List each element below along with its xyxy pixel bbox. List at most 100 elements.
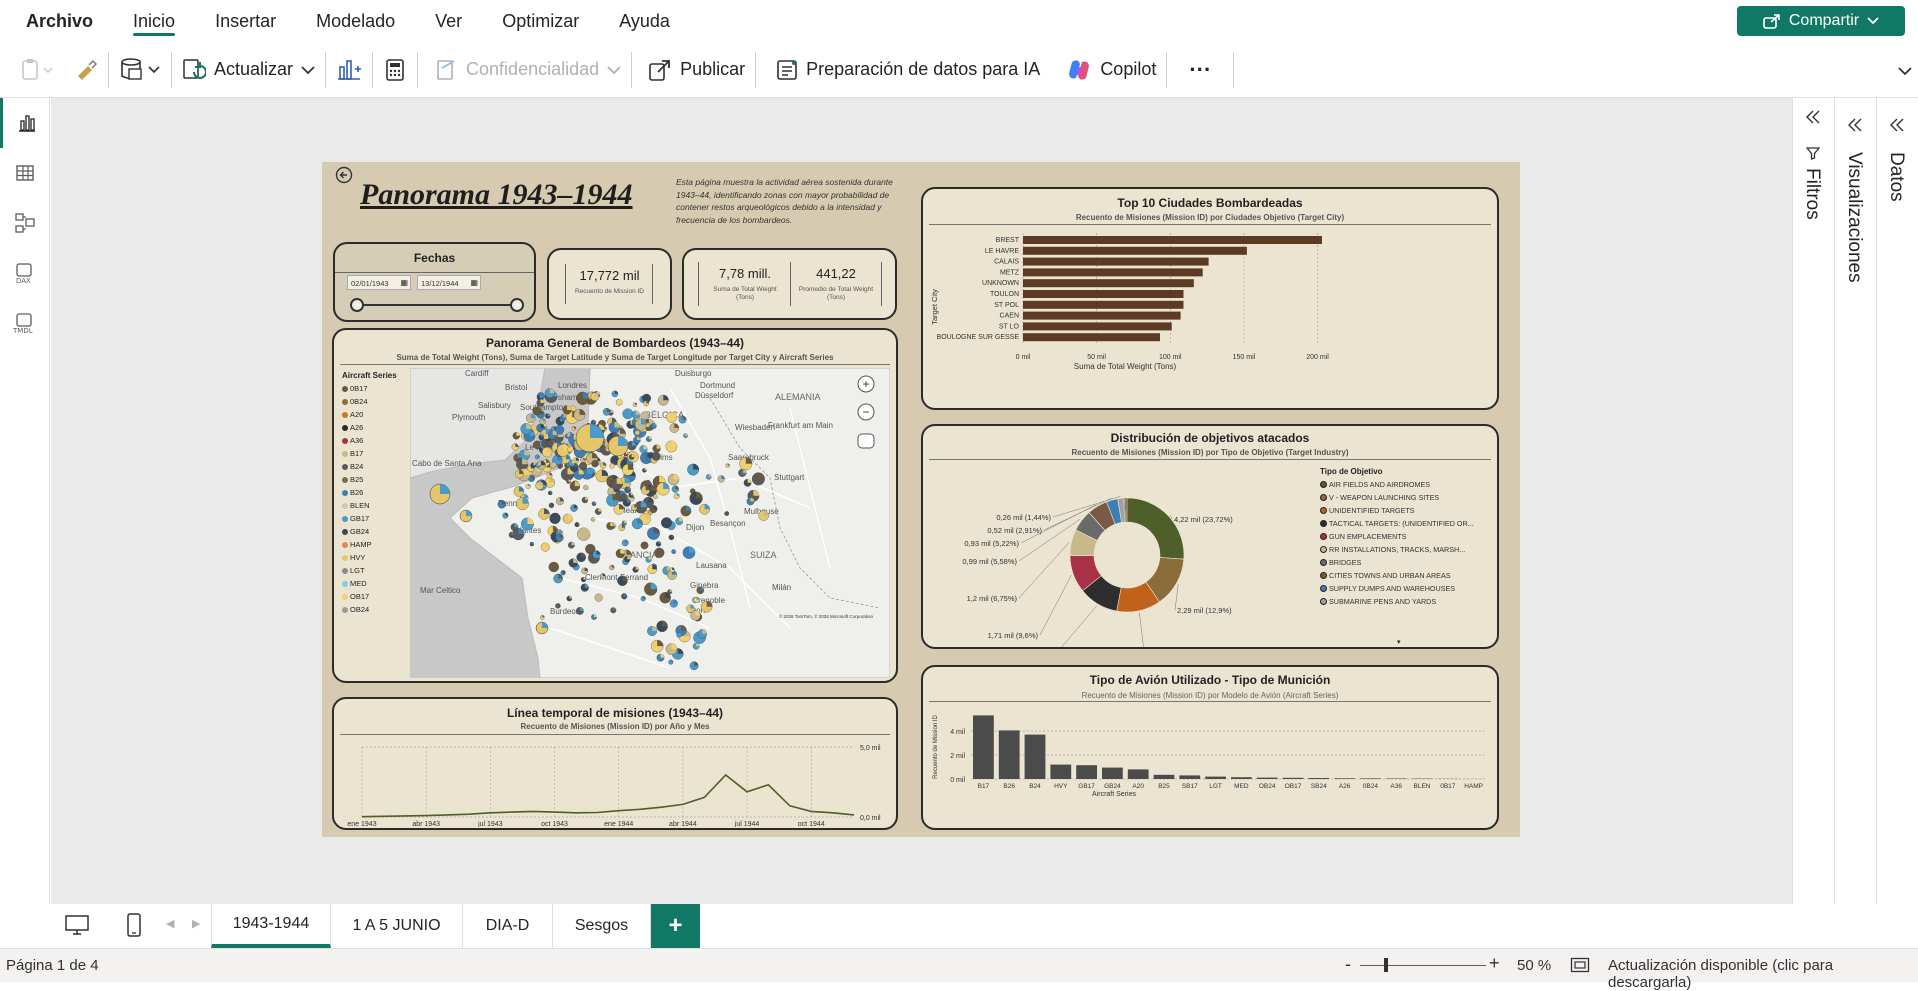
new-visual-button[interactable]: [326, 42, 372, 98]
map-marker[interactable]: [579, 462, 587, 470]
tmdl-view-button[interactable]: TMDL: [0, 298, 50, 348]
map-marker[interactable]: [568, 542, 574, 548]
map-marker[interactable]: [516, 498, 528, 510]
map-marker[interactable]: [744, 479, 752, 487]
map-legend-item[interactable]: B25: [342, 475, 363, 484]
map-marker[interactable]: [612, 391, 618, 397]
map-marker[interactable]: [610, 463, 615, 468]
map-marker[interactable]: [624, 487, 630, 494]
map-marker[interactable]: [694, 597, 700, 603]
map-marker[interactable]: [521, 423, 532, 434]
format-painter-button[interactable]: [64, 42, 108, 98]
map-marker[interactable]: [557, 444, 569, 456]
map-legend-item[interactable]: 0B24: [342, 397, 368, 406]
map-marker[interactable]: [535, 455, 540, 460]
aircraft-bar[interactable]: [973, 715, 994, 779]
page-tab-sesgos[interactable]: Sesgos: [553, 904, 651, 948]
top10-bar[interactable]: [1023, 236, 1322, 244]
map-marker[interactable]: [690, 662, 698, 670]
map-marker[interactable]: [511, 523, 519, 531]
filters-pane[interactable]: Filtros: [1792, 98, 1834, 904]
map-marker[interactable]: [539, 509, 550, 520]
bombing-map[interactable]: CardiffBristolLondresHorshamSouthamptonS…: [410, 368, 890, 678]
map-marker[interactable]: [569, 460, 576, 467]
aircraft-bar[interactable]: [1050, 765, 1071, 779]
map-marker[interactable]: [581, 577, 586, 582]
menu-archivo[interactable]: Archivo: [0, 0, 113, 42]
aircraft-bar[interactable]: [1128, 769, 1149, 779]
menu-ver[interactable]: Ver: [415, 0, 482, 42]
map-marker[interactable]: [513, 432, 520, 439]
map-marker[interactable]: [657, 483, 670, 496]
model-view-button[interactable]: [0, 198, 50, 248]
map-marker[interactable]: [616, 549, 625, 558]
map-marker[interactable]: [633, 436, 640, 443]
get-data-button[interactable]: [109, 42, 171, 98]
menu-optimizar[interactable]: Optimizar: [482, 0, 599, 42]
data-pane[interactable]: Datos: [1876, 98, 1918, 904]
map-marker[interactable]: [545, 414, 550, 419]
timeline-chart[interactable]: 5,0 mil0,0 milene 1943abr 1943jul 1943oc…: [340, 737, 892, 827]
map-marker[interactable]: [582, 568, 588, 574]
map-marker[interactable]: [666, 412, 676, 422]
map-marker[interactable]: [541, 543, 550, 552]
map-marker[interactable]: [550, 513, 561, 524]
map-marker[interactable]: [583, 485, 588, 490]
map-marker[interactable]: [550, 462, 556, 468]
map-marker[interactable]: [530, 542, 534, 546]
expand-filters-icon[interactable]: [1805, 110, 1821, 124]
map-marker[interactable]: [693, 643, 699, 649]
map-marker[interactable]: [591, 614, 596, 619]
expand-visualizations-icon[interactable]: [1847, 118, 1863, 132]
top10-bar[interactable]: [1023, 322, 1172, 330]
map-marker[interactable]: [674, 493, 680, 499]
map-marker[interactable]: [670, 600, 678, 608]
map-marker[interactable]: [600, 573, 605, 578]
aircraft-bar[interactable]: [1102, 768, 1123, 779]
map-marker[interactable]: [621, 494, 628, 501]
aircraft-bar[interactable]: [1205, 777, 1226, 779]
zoom-in-button[interactable]: +: [1489, 953, 1500, 974]
map-marker[interactable]: [629, 493, 634, 498]
map-legend-item[interactable]: A20: [342, 410, 363, 419]
map-marker[interactable]: [653, 445, 661, 453]
map-marker[interactable]: [699, 504, 709, 514]
map-marker[interactable]: [540, 615, 544, 619]
top10-bar[interactable]: [1023, 301, 1184, 309]
map-marker[interactable]: [647, 626, 657, 636]
map-marker[interactable]: [577, 553, 586, 562]
map-marker[interactable]: [549, 562, 559, 572]
map-marker[interactable]: [561, 570, 566, 575]
zoom-level[interactable]: 50 %: [1517, 957, 1551, 974]
map-marker[interactable]: [672, 486, 679, 493]
map-marker[interactable]: [609, 422, 620, 433]
aircraft-bar[interactable]: [1179, 775, 1200, 779]
map-marker[interactable]: [582, 497, 588, 503]
top10-chart[interactable]: BRESTLE HAVRECALAISMETZUNKNOWNTOULONST P…: [927, 227, 1495, 407]
map-marker[interactable]: [548, 491, 552, 495]
map-marker[interactable]: [658, 395, 669, 405]
donut-legend-item[interactable]: SUPPLY DUMPS AND WAREHOUSES: [1320, 584, 1455, 593]
map-marker[interactable]: [515, 470, 523, 478]
map-marker[interactable]: [660, 592, 671, 603]
page-tab-1-a-5-junio[interactable]: 1 A 5 JUNIO: [331, 904, 463, 948]
map-marker[interactable]: [657, 621, 668, 632]
map-marker[interactable]: [706, 474, 711, 479]
map-marker[interactable]: [577, 528, 590, 541]
map-marker[interactable]: [509, 532, 515, 538]
map-marker[interactable]: [593, 551, 601, 559]
map-marker[interactable]: [683, 434, 687, 438]
date-slider-end-handle[interactable]: [510, 298, 524, 312]
map-marker[interactable]: [556, 497, 564, 505]
map-marker[interactable]: [607, 522, 614, 529]
donut-legend-item[interactable]: CITIES TOWNS AND URBAN AREAS: [1320, 571, 1451, 580]
map-marker[interactable]: [629, 454, 634, 459]
map-marker[interactable]: [617, 576, 627, 586]
map-marker[interactable]: [595, 594, 603, 602]
map-marker[interactable]: [647, 527, 659, 539]
map-marker[interactable]: [596, 470, 608, 482]
aircraft-bar[interactable]: [1257, 778, 1278, 779]
mobile-layout-icon[interactable]: [126, 912, 142, 938]
map-marker[interactable]: [642, 468, 646, 472]
menu-ayuda[interactable]: Ayuda: [599, 0, 690, 42]
